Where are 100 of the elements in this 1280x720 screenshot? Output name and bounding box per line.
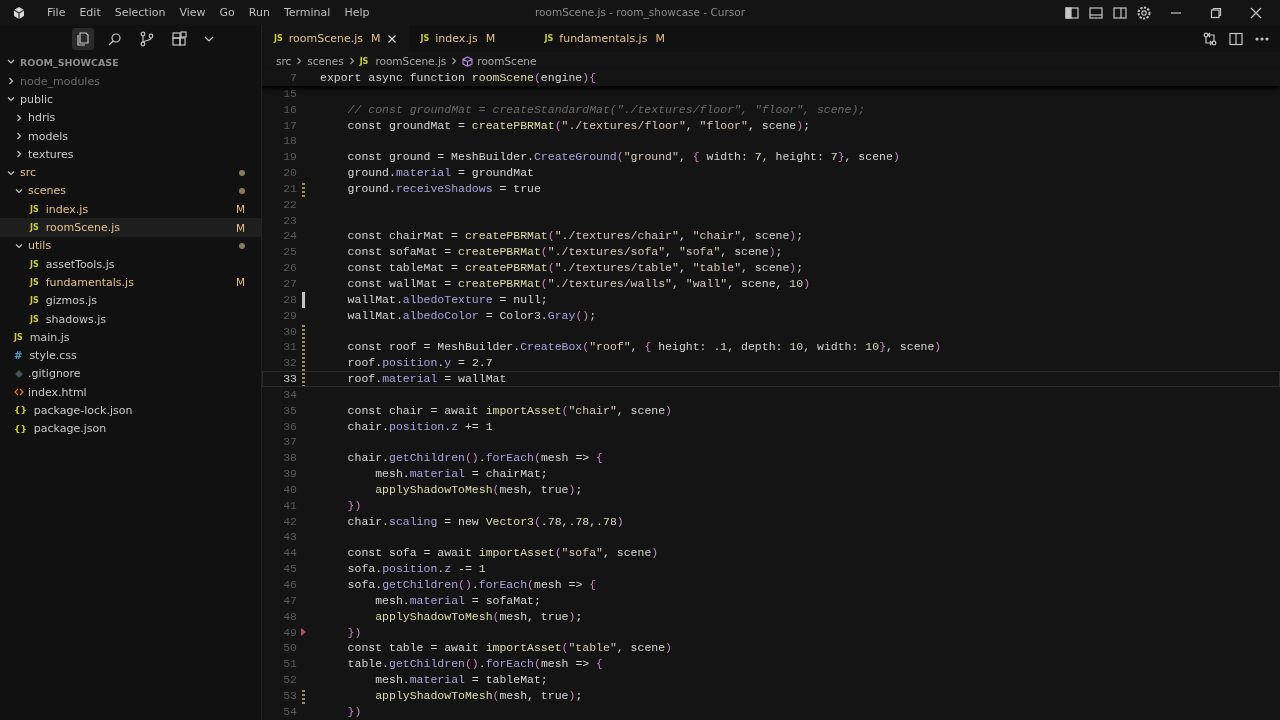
file-row[interactable]: JS main.js (0, 328, 261, 347)
code-line: }) (346, 497, 362, 514)
line-number: 23 (282, 212, 298, 229)
folder-row[interactable]: hdris (0, 108, 261, 127)
file-row[interactable]: {} package-lock.json (0, 401, 261, 420)
code-line: const wallMat = createPBRMat("./textures/walls", "wall", scene, 10) (346, 275, 811, 292)
menu-item[interactable]: Help (337, 6, 377, 19)
line-number: 7 (289, 70, 298, 86)
code-line: const sofa = await importAsset("sofa", scene) (346, 545, 659, 562)
line-number: 25 (282, 244, 298, 261)
menu-item[interactable]: Run (241, 6, 277, 19)
search-icon[interactable] (107, 30, 123, 47)
source-control-icon[interactable] (139, 30, 155, 47)
javascript-file-icon: JS (359, 56, 369, 66)
code-line: applyShadowToMesh(mesh, true); (374, 608, 583, 625)
breadcrumb-item[interactable]: roomScene.js (375, 55, 447, 67)
git-modified-marker[interactable] (301, 687, 305, 704)
line-number: 19 (282, 149, 298, 166)
git-modified-marker[interactable] (301, 371, 305, 387)
line-number: 18 (282, 133, 298, 150)
code-line: wallMat.albedoColor = Color3.Gray(); (346, 307, 597, 324)
file-row[interactable]: JS fundamentals.js M (0, 273, 261, 292)
code-line: mesh.material = tableMat; (374, 672, 548, 688)
split-layout-icon[interactable] (1112, 4, 1128, 21)
code-line: chair.position.z += 1 (346, 418, 493, 435)
restore-icon[interactable] (1210, 6, 1222, 19)
git-modified-marker[interactable] (301, 323, 305, 340)
line-number: 34 (282, 386, 298, 403)
git-deleted-marker[interactable] (300, 628, 306, 637)
file-row[interactable]: JS roomScene.js M (0, 218, 261, 237)
editor-tab[interactable]: JS fundamentals.js M (532, 25, 677, 52)
code-line: const roof = MeshBuilder.CreateBox("roof", { height: .1, depth: 10, width: 10}, scene) (346, 339, 942, 356)
code-line: ground.receiveShadows = true (346, 180, 541, 197)
code-line: const tableMat = createPBRMat("./textures/table", "table", scene); (346, 260, 804, 276)
file-row[interactable]: index.html (0, 383, 261, 402)
file-row[interactable]: JS shadows.js (0, 309, 261, 329)
line-number: 31 (282, 339, 298, 356)
sidebar-toggle-icon[interactable] (1064, 4, 1080, 21)
line-number: 37 (282, 434, 298, 451)
code-line: roof.material = wallMat (346, 371, 507, 387)
line-number: 39 (282, 466, 298, 482)
code-brackets-icon (14, 387, 24, 398)
menu-item[interactable]: File (40, 6, 73, 19)
extensions-icon[interactable] (171, 30, 187, 47)
menu-item[interactable]: Selection (107, 6, 173, 19)
close-icon[interactable] (1250, 6, 1262, 19)
code-line: chair.getChildren().forEach(mesh => { (346, 450, 603, 467)
menu-item[interactable]: Terminal (276, 6, 338, 19)
folder-row[interactable]: textures (0, 145, 261, 164)
chevron-right-icon (295, 56, 304, 66)
app-logo-icon (12, 5, 26, 20)
menu-item[interactable]: Edit (72, 6, 108, 19)
javascript-file-icon: JS (274, 34, 283, 43)
editor-tab[interactable]: JS index.js M (408, 25, 533, 52)
section-title[interactable]: ROOM_SHOWCASE (20, 56, 119, 68)
code-line: applyShadowToMesh(mesh, true); (374, 481, 583, 498)
line-number: 47 (282, 592, 298, 609)
git-modified-marker[interactable] (301, 339, 305, 356)
code-line: sofa.getChildren().forEach(mesh => { (346, 577, 597, 593)
line-number: 32 (282, 355, 298, 372)
code-line: export async function roomScene(engine){ (320, 70, 597, 86)
file-row[interactable]: JS gizmos.js (0, 291, 261, 310)
compare-changes-icon[interactable] (1202, 30, 1218, 47)
file-row[interactable]: JS index.js M (0, 200, 261, 219)
close-icon[interactable] (386, 33, 397, 44)
file-row[interactable]: JS assetTools.js (0, 254, 261, 274)
file-row[interactable]: {} package.json (0, 419, 261, 438)
file-row[interactable]: # style.css (0, 346, 261, 365)
git-added-marker[interactable] (301, 291, 305, 308)
line-number: 54 (282, 703, 298, 720)
split-editor-icon[interactable] (1228, 30, 1244, 47)
folder-row[interactable]: node_modules (0, 72, 261, 91)
javascript-file-icon: JS (30, 277, 39, 287)
git-modified-marker[interactable] (301, 180, 305, 197)
folder-row[interactable]: utils (0, 236, 261, 255)
line-number: 24 (282, 228, 298, 245)
line-number: 36 (282, 418, 298, 435)
code-line: ground.material = groundMat (346, 165, 534, 181)
panel-toggle-icon[interactable] (1088, 4, 1104, 21)
folder-row[interactable]: public (0, 90, 261, 109)
breadcrumb-item[interactable]: src (276, 55, 292, 67)
menu-item[interactable]: Go (212, 6, 242, 19)
code-line: const sofaMat = createPBRMat("./textures/sofa", "sofa", scene); (346, 244, 783, 261)
chevron-right-icon (347, 56, 356, 66)
folder-row[interactable]: src (0, 163, 261, 182)
folder-row[interactable]: models (0, 126, 261, 146)
breadcrumb-item[interactable]: roomScene (477, 55, 537, 67)
line-number: 51 (282, 656, 298, 673)
line-number: 52 (282, 672, 298, 688)
git-modified-marker[interactable] (301, 355, 305, 372)
line-number: 20 (282, 165, 298, 181)
breadcrumb-item[interactable]: scenes (307, 55, 344, 67)
folder-row[interactable]: scenes (0, 181, 261, 201)
javascript-file-icon: JS (30, 204, 39, 214)
menu-item[interactable]: View (172, 6, 213, 19)
file-row[interactable]: .gitignore (0, 364, 261, 384)
modified-dot (239, 169, 245, 176)
settings-icon[interactable] (1136, 4, 1152, 21)
line-number: 40 (282, 481, 298, 498)
files-icon[interactable] (75, 30, 91, 47)
